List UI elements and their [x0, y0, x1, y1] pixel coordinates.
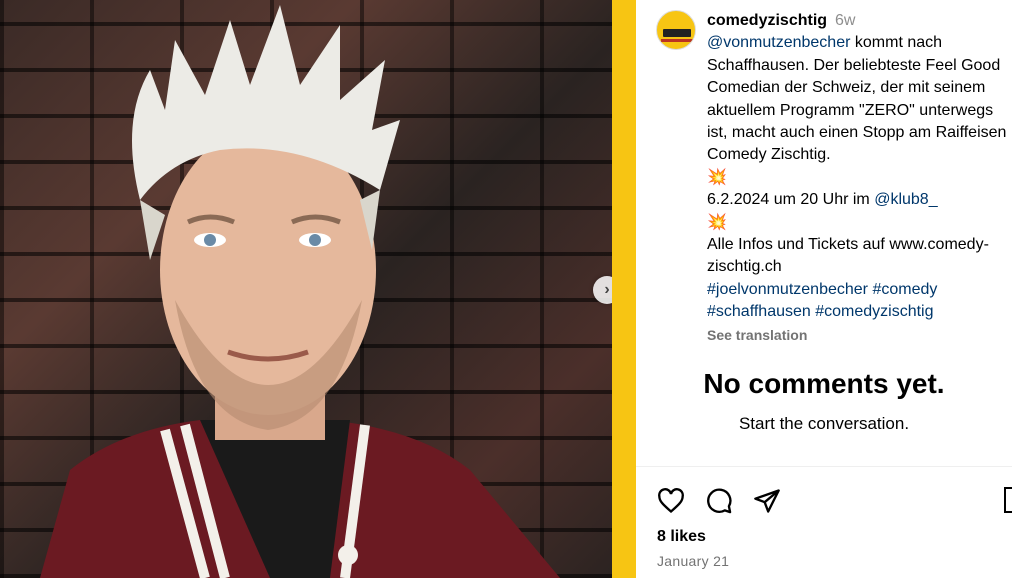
info-text: Alle Infos und Tickets auf www.comedy- — [707, 236, 989, 254]
share-icon[interactable] — [752, 486, 782, 516]
post-date: January 21 — [657, 553, 730, 569]
caption-text: kommt nach — [850, 34, 943, 52]
info-text: zischtig.ch — [707, 258, 782, 276]
hashtags[interactable]: #joelvonmutzenbecher #comedy — [707, 279, 1012, 301]
heart-icon[interactable] — [656, 486, 686, 516]
post-panel: comedyzischtig 6w @vonmutzenbecher kommt … — [636, 0, 1012, 578]
post-time[interactable]: 6w — [835, 12, 855, 29]
portrait-illustration — [40, 5, 560, 578]
post-caption: comedyzischtig 6w @vonmutzenbecher kommt … — [707, 10, 1012, 346]
no-comments-title: No comments yet. — [703, 368, 945, 399]
image-border — [612, 0, 636, 578]
collision-emoji: 💥 — [707, 168, 727, 186]
comment-icon[interactable] — [704, 486, 734, 516]
caption-text: Comedy Zischtig. — [707, 146, 831, 164]
username-link[interactable]: comedyzischtig — [707, 12, 827, 29]
divider — [636, 466, 1012, 467]
see-translation-link[interactable]: See translation — [707, 324, 1012, 346]
mention-link[interactable]: @klub8_ — [874, 191, 937, 208]
hashtags[interactable]: #schaffhausen #comedyzischtig — [707, 301, 1012, 323]
collision-emoji: 💥 — [707, 213, 727, 231]
caption-text: aktuellem Programm "ZERO" unterwegs — [707, 101, 994, 119]
avatar[interactable] — [656, 10, 696, 50]
likes-count[interactable]: 8 likes — [657, 528, 706, 546]
chevron-right-icon: › — [604, 281, 610, 298]
bookmark-icon[interactable] — [1004, 487, 1012, 513]
action-bar — [656, 486, 782, 516]
no-comments-subtitle: Start the conversation. — [738, 414, 910, 433]
post-image[interactable] — [0, 0, 612, 578]
caption-text: ist, macht auch einen Stopp am Raiffeise… — [707, 124, 1007, 142]
caption-text: Schaffhausen. Der beliebteste Feel Good — [707, 56, 1001, 74]
event-text: 6.2.2024 um 20 Uhr im — [707, 191, 875, 209]
mention-link[interactable]: @vonmutzenbecher — [707, 34, 850, 51]
caption-text: Comedian der Schweiz, der mit seinem — [707, 79, 986, 97]
